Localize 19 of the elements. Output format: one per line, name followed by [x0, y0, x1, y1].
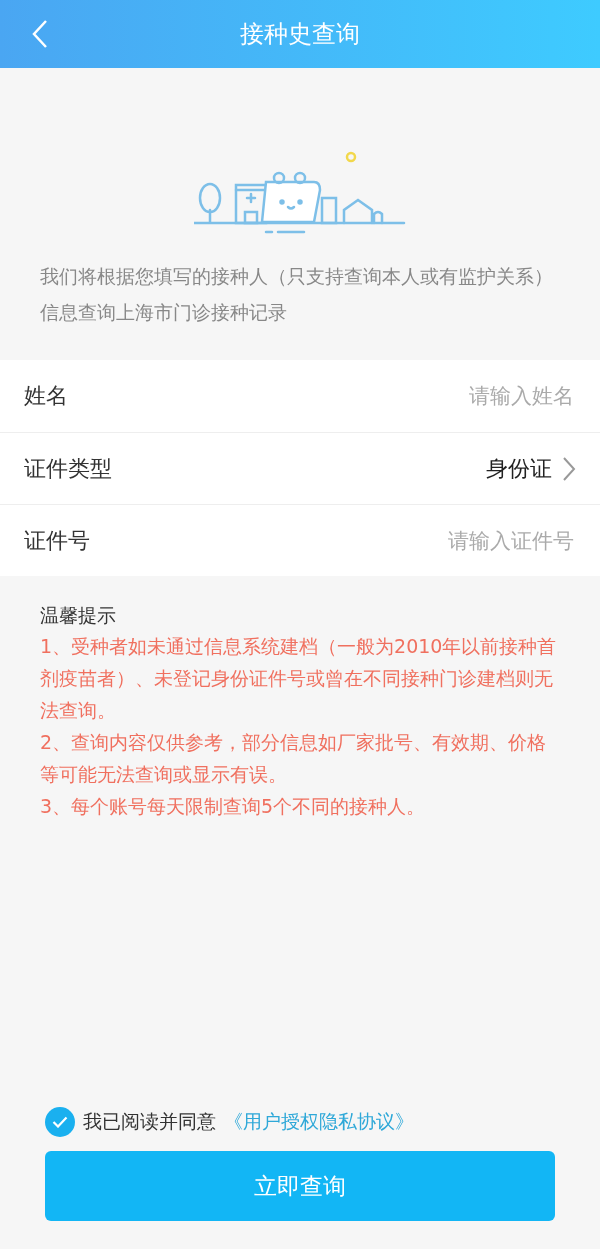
field-label: 证件号: [24, 526, 90, 555]
tips-title: 温馨提示: [40, 603, 117, 628]
input-field[interactable]: 请输入证件号: [336, 527, 576, 554]
check-icon: [52, 1116, 68, 1128]
privacy-link[interactable]: 《用户授权隐私协议》: [224, 1109, 414, 1135]
tip-text: 1、受种者如未通过信息系统建档（一般为2010年以前接种首剂疫苗者）、未登记身份证件号或曾在不同接种门诊建档则无法查询。: [40, 634, 558, 723]
tip-text: 2、查询内容仅供参考，部分信息如厂家批号、有效期、价格等可能无法查询或显示有误。: [40, 730, 548, 787]
input-field[interactable]: 请输入姓名: [336, 383, 576, 409]
field-label: 证件类型: [24, 454, 112, 483]
page-title: 接种史查询: [240, 19, 360, 50]
select-field[interactable]: 身份证: [486, 453, 576, 484]
agree-checkbox[interactable]: [45, 1107, 75, 1137]
back-icon: [31, 19, 49, 49]
intro-text: 我们将根据您填写的接种人（只支持查询本人或有监护关系）信息查询上海市门诊接种记录: [40, 264, 554, 325]
agree-text: 我已阅读并同意: [83, 1109, 216, 1134]
tip-text: 3、每个账号每天限制查询5个不同的接种人。: [40, 794, 427, 819]
chevron-right-icon: [562, 455, 576, 482]
field-label: 姓名: [24, 382, 68, 410]
query-button[interactable]: 立即查询: [45, 1151, 555, 1221]
